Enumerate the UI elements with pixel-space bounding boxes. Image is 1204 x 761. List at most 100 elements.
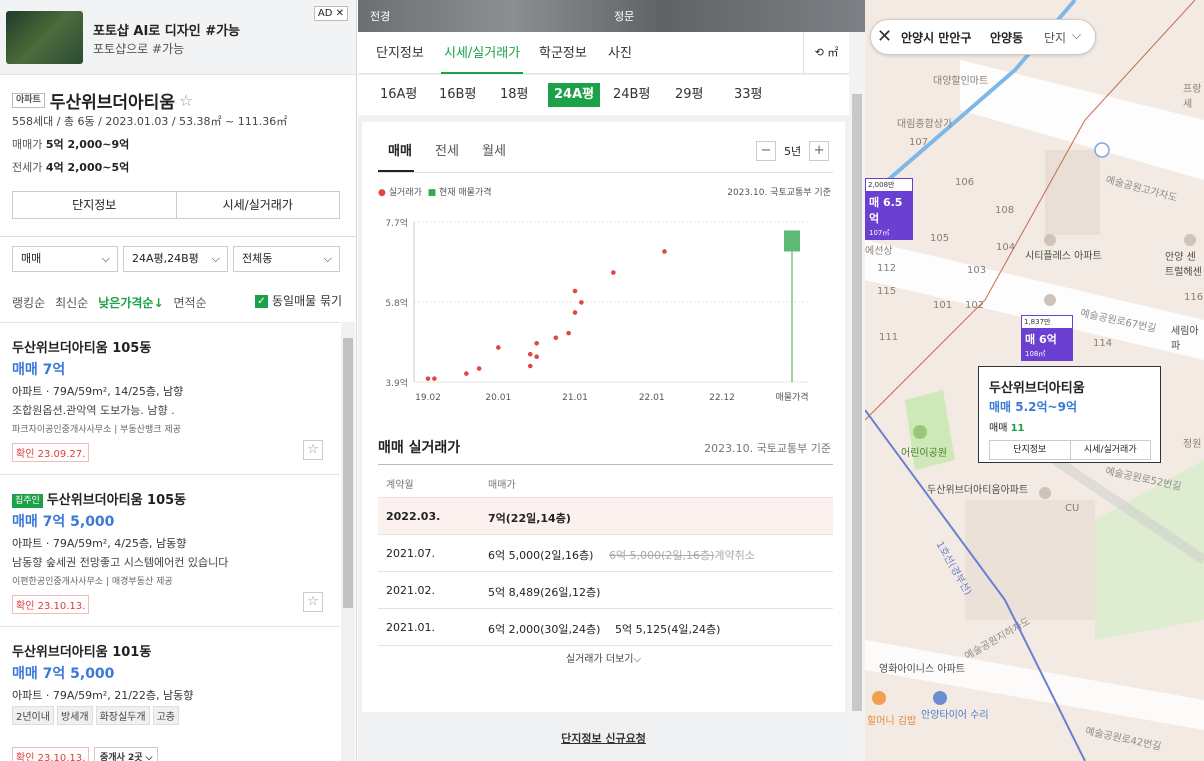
chart-tab-monthly[interactable]: 월세 bbox=[482, 140, 506, 159]
more-trades-link[interactable]: 실거래가 더보기⌵ bbox=[362, 650, 845, 665]
ad-title[interactable]: 포토샵 AI로 디자인 #가능 bbox=[93, 20, 240, 39]
scrollbar[interactable] bbox=[341, 322, 355, 761]
pyeong-tab[interactable]: 33평 bbox=[728, 83, 769, 107]
confirm-date: 확인 23.10.13. bbox=[12, 595, 90, 614]
chart-labels: 7.7억 5.8억 3.9억 19.02 20.01 21.01 22.01 22.12 매물가… bbox=[385, 217, 808, 403]
list-item[interactable]: 두산위브더아티움 105동 매매 7억 아파트 · 79A/59m², 14/2… bbox=[0, 323, 340, 475]
price-marker[interactable]: 1,837만 매 6억 108㎡ bbox=[1021, 315, 1073, 361]
location-search[interactable]: ✕ 안양시 만안구 안양동 단지 ⌵ bbox=[870, 19, 1096, 55]
new-request-link[interactable]: 단지정보 신규요청 bbox=[358, 730, 849, 746]
chart-tab-jeonse[interactable]: 전세 bbox=[435, 140, 459, 159]
pyeong-tab[interactable]: 24B평 bbox=[607, 83, 656, 107]
chart-tab-sale[interactable]: 매매 bbox=[388, 140, 412, 159]
chevron-down-icon[interactable]: ⌵ bbox=[1072, 28, 1081, 43]
listing-title[interactable]: 두산위브더아티움 105동 bbox=[12, 337, 151, 356]
list-item[interactable]: 두산위브더아티움 101동 매매 7억 5,000 아파트 · 79A/59m²… bbox=[0, 627, 340, 761]
close-icon[interactable]: ✕ bbox=[336, 8, 344, 19]
trade-title: 매매 실거래가 bbox=[378, 440, 461, 456]
photo-strip[interactable]: 전경 정문 bbox=[358, 0, 865, 32]
scrollbar-thumb[interactable] bbox=[343, 338, 353, 608]
popup-info-button[interactable]: 단지정보 bbox=[990, 441, 1071, 459]
list-item[interactable]: 집주인 두산위브더아티움 105동 매매 7억 5,000 아파트 · 79A/5… bbox=[0, 475, 340, 627]
map-label: 영화아이니스 아파트 bbox=[879, 664, 965, 675]
dong-select[interactable]: 전체동 ⌵ bbox=[233, 246, 340, 272]
complex-price-button[interactable]: 시세/실거래가 bbox=[177, 192, 340, 218]
complex-type-tag: 아파트 bbox=[12, 93, 45, 108]
dong-label[interactable]: 안양동 bbox=[990, 29, 1023, 46]
row-price: 6억 2,000(30일,24층) bbox=[488, 623, 601, 636]
deal-type-select[interactable]: 매매 ⌵ bbox=[12, 246, 118, 272]
data-point bbox=[464, 371, 469, 376]
pyeong-tab[interactable]: 16A평 bbox=[374, 83, 423, 107]
dong-value: 전체동 bbox=[242, 252, 273, 265]
pyeong-tab-active[interactable]: 24A평 bbox=[548, 83, 601, 107]
tab-photo[interactable]: 사진 bbox=[608, 42, 632, 61]
listing-spec: 아파트 · 79A/59m², 4/25층, 남동향 bbox=[12, 537, 187, 550]
sort-lowest-price[interactable]: 낮은가격순↓ bbox=[98, 294, 163, 311]
unit-toggle-button[interactable]: ⟲ ㎡ bbox=[803, 32, 849, 74]
map-label: 안양 센트럴헤센 bbox=[1165, 252, 1202, 278]
table-row: 2021.01. 6억 2,000(30일,24층) 5억 5,125(4일,24층… bbox=[378, 609, 833, 646]
pyeong-tab[interactable]: 18평 bbox=[494, 83, 535, 107]
scrollbar[interactable] bbox=[849, 32, 865, 761]
star-icon[interactable]: ☆ bbox=[303, 592, 323, 612]
x-tick-label: 21.01 bbox=[562, 393, 588, 403]
price-marker[interactable]: 2,008만 매 6.5억 107㎡ bbox=[865, 178, 913, 240]
building-number: 112 bbox=[877, 263, 897, 274]
chart-legend: ● 실거래가 ■ 현재 매물가격 bbox=[378, 185, 492, 198]
table-row: 2021.07. 6억 5,000(2일,16층) 6억 5,000(2일,16층)… bbox=[378, 535, 833, 572]
pyeong-tab[interactable]: 16B평 bbox=[433, 83, 482, 107]
ad-banner[interactable]: 포토샵 AI로 디자인 #가능 포토샵으로 #가능 AD ✕ bbox=[0, 0, 356, 75]
sort-area[interactable]: 면적순 bbox=[174, 294, 207, 311]
data-point bbox=[572, 310, 578, 315]
listing-spec: 아파트 · 79A/59m², 14/25층, 남향 bbox=[12, 385, 184, 398]
listing-title[interactable]: 집주인 두산위브더아티움 105동 bbox=[12, 489, 186, 508]
close-icon[interactable]: ✕ bbox=[877, 26, 892, 47]
map-label: 대림종합상가 bbox=[897, 119, 953, 130]
star-icon[interactable]: ☆ bbox=[303, 440, 323, 460]
sale-price-range: 매매가 5억 2,000~9억 bbox=[12, 136, 129, 152]
city-label[interactable]: 안양시 만안구 bbox=[901, 29, 971, 46]
star-icon[interactable]: ☆ bbox=[179, 91, 193, 110]
data-point bbox=[527, 363, 533, 369]
data-point bbox=[425, 376, 431, 381]
row-price-2: 5억 5,125(4일,24층) bbox=[615, 623, 721, 636]
plus-button[interactable]: + bbox=[809, 141, 830, 161]
popup-price: 매매 5.2억~9억 bbox=[989, 400, 1078, 414]
agents-dropdown[interactable]: 중개사 2곳 ⌵ bbox=[94, 747, 159, 761]
x-tick-label: 19.02 bbox=[415, 393, 441, 403]
map-label: 세림아파 bbox=[1171, 326, 1199, 352]
period-control: − 5년 + bbox=[756, 141, 830, 161]
sort-latest[interactable]: 최신순 bbox=[55, 294, 88, 311]
tab-complex-info[interactable]: 단지정보 bbox=[376, 42, 424, 61]
map-label: 안양타이어 수리 bbox=[921, 710, 989, 721]
minus-button[interactable]: − bbox=[756, 141, 776, 161]
col-month: 계약월 bbox=[386, 480, 414, 491]
sort-ranking[interactable]: 랭킹순 bbox=[12, 294, 45, 311]
trade-source: 2023.10. 국토교통부 기준 bbox=[704, 442, 831, 455]
complex-name: 두산위브더아티움 bbox=[49, 93, 175, 113]
divider bbox=[0, 236, 356, 237]
sale-label: 매매가 bbox=[12, 138, 43, 151]
tab-school[interactable]: 학군정보 bbox=[539, 42, 587, 61]
listing-title[interactable]: 두산위브더아티움 101동 bbox=[12, 641, 151, 660]
ad-image[interactable] bbox=[6, 11, 83, 64]
complex-filter[interactable]: 단지 bbox=[1044, 29, 1066, 46]
scrollbar-thumb[interactable] bbox=[852, 94, 862, 711]
area-select[interactable]: 24A평,24B평 ⌵ bbox=[123, 246, 228, 272]
listing-price: 매매 7억 5,000 bbox=[12, 666, 115, 682]
pyeong-tab[interactable]: 29평 bbox=[669, 83, 710, 107]
building-number: 105 bbox=[930, 233, 950, 244]
complex-info-button[interactable]: 단지정보 bbox=[13, 192, 177, 218]
map-popup[interactable]: 두산위브더아티움 매매 5.2억~9억 매매 11 단지정보 시세/실거래가 bbox=[978, 366, 1161, 463]
tab-price[interactable]: 시세/실거래가 bbox=[444, 42, 520, 61]
jeonse-label: 전세가 bbox=[12, 161, 43, 174]
confirm-date: 확인 23.10.13. bbox=[12, 747, 90, 761]
ad-tag[interactable]: AD ✕ bbox=[313, 6, 348, 21]
data-point bbox=[534, 340, 539, 346]
group-listing-checkbox[interactable]: ✓ 동일매물 묶기 bbox=[255, 292, 342, 309]
ad-label: AD bbox=[317, 8, 333, 19]
popup-price-button[interactable]: 시세/실거래가 bbox=[1071, 441, 1151, 459]
x-tick-label: 22.12 bbox=[709, 393, 735, 403]
building-number: 106 bbox=[955, 177, 975, 188]
